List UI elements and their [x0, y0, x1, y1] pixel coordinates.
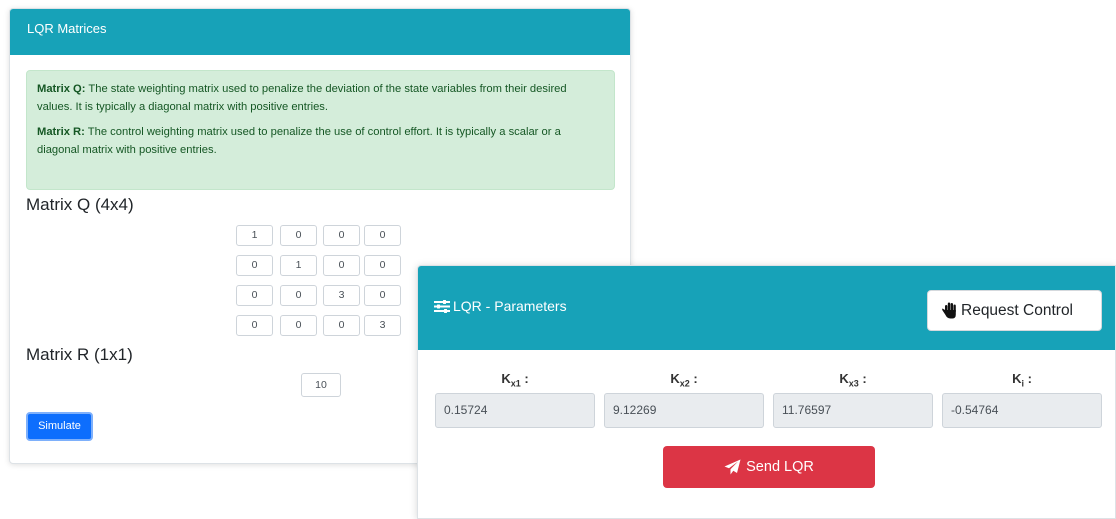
gain-suffix: : — [1023, 371, 1032, 386]
gain-label-kx2: Kx2 : — [604, 371, 764, 389]
send-lqr-button[interactable]: Send LQR — [663, 446, 875, 488]
send-lqr-label: Send LQR — [746, 459, 814, 475]
paper-plane-icon — [724, 459, 741, 475]
q-cell[interactable]: 0 — [280, 225, 317, 246]
matrix-q-title: Matrix Q (4x4) — [26, 195, 134, 214]
q-cell[interactable]: 0 — [280, 315, 317, 336]
matrices-card-title: LQR Matrices — [27, 21, 107, 36]
gain-base: K — [670, 371, 680, 386]
q-cell[interactable]: 3 — [364, 315, 401, 336]
lqr-parameters-card: LQR - Parameters Request Control Kx1 : K… — [417, 265, 1116, 519]
gain-base: K — [839, 371, 849, 386]
request-control-button[interactable]: Request Control — [927, 290, 1102, 331]
q-cell[interactable]: 0 — [236, 255, 273, 276]
q-cell[interactable]: 1 — [236, 225, 273, 246]
request-control-label: Request Control — [961, 301, 1074, 319]
sliders-icon — [434, 299, 450, 313]
q-cell[interactable]: 1 — [280, 255, 317, 276]
gain-label-ki: Ki : — [942, 371, 1102, 389]
q-cell[interactable]: 0 — [236, 315, 273, 336]
gain-suffix: : — [520, 371, 529, 386]
gain-label-kx1: Kx1 : — [435, 371, 595, 389]
parameters-card-title: LQR - Parameters — [434, 298, 567, 314]
matrix-r-description: Matrix R: The control weighting matrix u… — [37, 123, 604, 159]
q-cell[interactable]: 0 — [323, 225, 360, 246]
r-cell[interactable]: 10 — [301, 373, 341, 397]
matrix-q-description: Matrix Q: The state weighting matrix use… — [37, 80, 604, 116]
q-cell[interactable]: 0 — [364, 285, 401, 306]
q-cell[interactable]: 0 — [364, 255, 401, 276]
matrix-info-alert: Matrix Q: The state weighting matrix use… — [26, 70, 615, 190]
matrix-r-label: Matrix R: — [37, 126, 85, 138]
gain-field-ki: -0.54764 — [942, 393, 1102, 428]
gain-suffix: : — [689, 371, 698, 386]
parameters-card-title-text: LQR - Parameters — [453, 298, 567, 314]
hand-icon — [942, 302, 956, 319]
q-cell[interactable]: 0 — [280, 285, 317, 306]
q-cell[interactable]: 0 — [323, 315, 360, 336]
gain-field-kx1: 0.15724 — [435, 393, 595, 428]
matrices-card-header: LQR Matrices — [10, 9, 630, 55]
q-cell[interactable]: 3 — [323, 285, 360, 306]
q-cell[interactable]: 0 — [323, 255, 360, 276]
gain-base: K — [501, 371, 511, 386]
simulate-button[interactable]: Simulate — [26, 412, 93, 441]
gain-label-kx3: Kx3 : — [773, 371, 933, 389]
q-cell[interactable]: 0 — [364, 225, 401, 246]
matrix-r-text: The control weighting matrix used to pen… — [37, 126, 561, 156]
q-cell[interactable]: 0 — [236, 285, 273, 306]
gain-field-kx2: 9.12269 — [604, 393, 764, 428]
matrix-q-label: Matrix Q: — [37, 83, 86, 95]
gain-subscript: x1 — [510, 378, 521, 389]
gain-field-kx3: 11.76597 — [773, 393, 933, 428]
matrix-q-text: The state weighting matrix used to penal… — [37, 83, 567, 113]
gain-subscript: x3 — [848, 378, 859, 389]
gain-suffix: : — [858, 371, 867, 386]
matrix-r-title: Matrix R (1x1) — [26, 345, 133, 364]
gain-subscript: x2 — [679, 378, 690, 389]
